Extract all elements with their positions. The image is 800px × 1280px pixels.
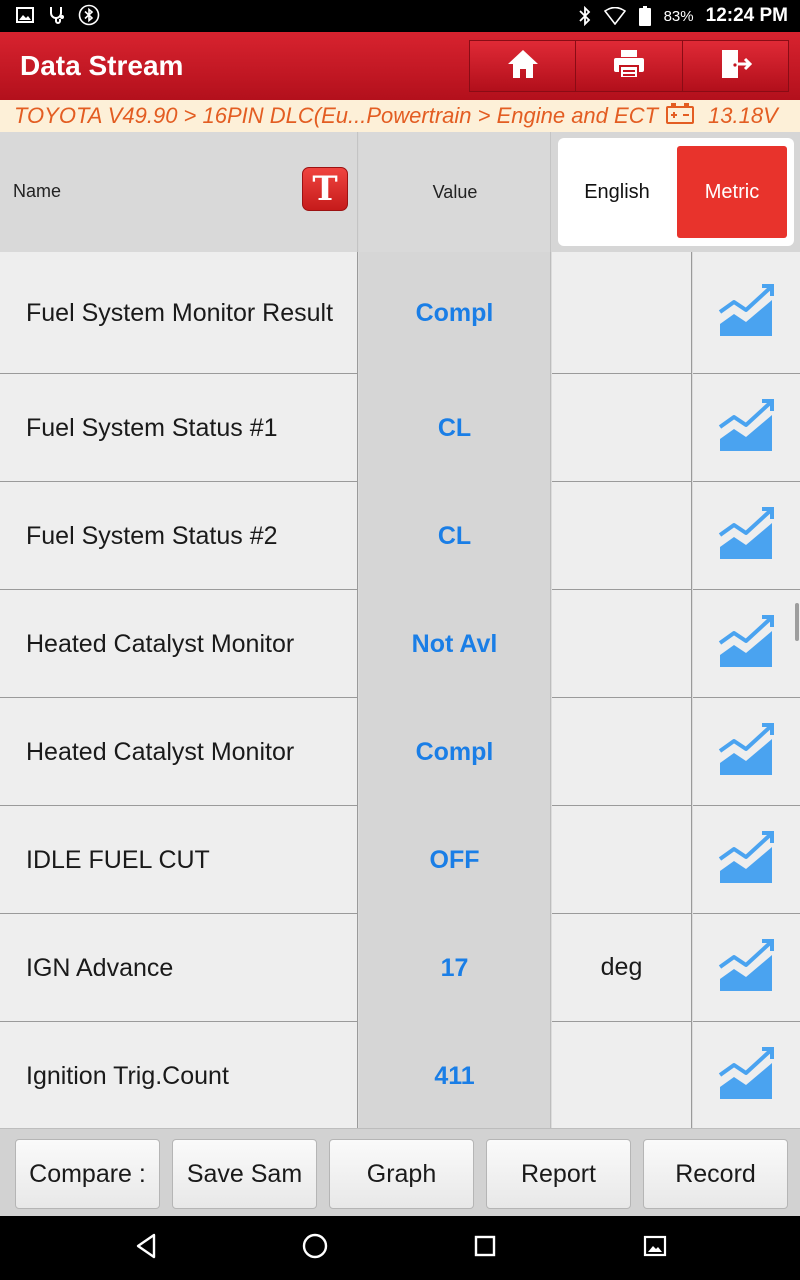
row-graph-button[interactable]: [693, 914, 800, 1022]
home-circle-icon: [301, 1232, 329, 1265]
value-header-label: Value: [432, 182, 478, 202]
row-name: IGN Advance: [0, 914, 358, 1022]
table-row: Heated Catalyst Monitor Compl: [0, 698, 800, 806]
breadcrumb: TOYOTA V49.90 > 16PIN DLC(Eu...Powertrai…: [0, 100, 800, 132]
row-unit: [552, 590, 692, 698]
table-row: IDLE FUEL CUT OFF: [0, 806, 800, 914]
stethoscope-icon: [46, 4, 68, 26]
breadcrumb-path: TOYOTA V49.90 > 16PIN DLC(Eu...Powertrai…: [14, 103, 659, 128]
row-value: OFF: [359, 806, 551, 914]
line-graph-icon: [718, 397, 776, 458]
exit-icon: [718, 48, 753, 85]
row-graph-button[interactable]: [693, 1022, 800, 1128]
battery-voltage: 13.18V: [708, 103, 778, 128]
row-value: Not Avl: [359, 590, 551, 698]
recents-button[interactable]: [469, 1232, 501, 1264]
row-value: Compl: [359, 698, 551, 806]
battery-icon: [634, 5, 656, 27]
row-unit: [552, 1022, 692, 1128]
row-name: Fuel System Status #1: [0, 374, 358, 482]
row-unit: [552, 482, 692, 590]
row-value: CL: [359, 482, 551, 590]
unit-option-metric[interactable]: Metric: [677, 146, 787, 238]
image-icon: [14, 4, 36, 26]
row-graph-button[interactable]: [693, 698, 800, 806]
recents-square-icon: [473, 1234, 497, 1263]
name-header-label: Name: [13, 181, 62, 201]
graph-button[interactable]: Graph: [329, 1139, 474, 1209]
system-navigation-bar: [0, 1216, 800, 1280]
screenshot-button[interactable]: [639, 1232, 671, 1264]
line-graph-icon: [718, 829, 776, 890]
bluetooth-icon: [574, 5, 596, 27]
row-value: CL: [359, 374, 551, 482]
row-graph-button[interactable]: [693, 806, 800, 914]
row-name: Heated Catalyst Monitor: [0, 698, 358, 806]
page-title: Data Stream: [20, 50, 184, 81]
compare-button[interactable]: Compare :: [15, 1139, 160, 1209]
line-graph-icon: [718, 282, 776, 343]
home-button[interactable]: [470, 41, 577, 91]
table-row: Ignition Trig.Count 411: [0, 1022, 800, 1128]
line-graph-icon: [718, 505, 776, 566]
line-graph-icon: [718, 613, 776, 674]
row-unit: [552, 698, 692, 806]
report-button[interactable]: Report: [486, 1139, 631, 1209]
row-value: 17: [359, 914, 551, 1022]
battery-voltage-icon: [666, 102, 695, 130]
home-nav-button[interactable]: [299, 1232, 331, 1264]
table-row: Fuel System Status #2 CL: [0, 482, 800, 590]
row-name: IDLE FUEL CUT: [0, 806, 358, 914]
table-row: Fuel System Status #1 CL: [0, 374, 800, 482]
unit-toggle: English Metric: [558, 138, 794, 246]
row-value: Compl: [359, 252, 551, 374]
row-name: Fuel System Monitor Result: [0, 252, 358, 374]
row-graph-button[interactable]: [693, 374, 800, 482]
table-row: Heated Catalyst Monitor Not Avl: [0, 590, 800, 698]
bluetooth-circle-icon: [78, 4, 100, 26]
app-bar: Data Stream: [0, 32, 800, 100]
appbar-button-group: [469, 40, 789, 92]
print-button[interactable]: [576, 41, 683, 91]
line-graph-icon: [718, 721, 776, 782]
row-unit: [552, 806, 692, 914]
gallery-icon: [643, 1234, 667, 1263]
table-header: Name T Value English Metric: [0, 132, 800, 252]
row-graph-button[interactable]: [693, 252, 800, 374]
exit-button[interactable]: [683, 41, 788, 91]
scrollbar-thumb[interactable]: [795, 603, 799, 641]
row-unit: deg: [552, 914, 692, 1022]
row-unit: [552, 252, 692, 374]
row-name: Ignition Trig.Count: [0, 1022, 358, 1128]
row-unit: [552, 374, 692, 482]
print-icon: [612, 48, 646, 85]
wifi-icon: [603, 5, 626, 27]
row-graph-button[interactable]: [693, 590, 800, 698]
row-name: Heated Catalyst Monitor: [0, 590, 358, 698]
table-row: IGN Advance 17 deg: [0, 914, 800, 1022]
row-value: 411: [359, 1022, 551, 1128]
save-sample-button[interactable]: Save Sam: [172, 1139, 317, 1209]
home-icon: [506, 48, 540, 85]
battery-percent: 83%: [663, 7, 694, 25]
unit-option-english[interactable]: English: [558, 146, 676, 238]
line-graph-icon: [718, 937, 776, 998]
name-column-header: Name T: [0, 132, 358, 252]
clock-time: 12:24 PM: [705, 5, 788, 26]
back-button[interactable]: [130, 1232, 162, 1264]
status-bar: 83% 12:24 PM: [0, 0, 800, 32]
data-stream-list[interactable]: Fuel System Monitor Result Compl Fuel Sy…: [0, 252, 800, 1128]
back-triangle-icon: [134, 1233, 158, 1264]
table-row: Fuel System Monitor Result Compl: [0, 252, 800, 374]
value-column-header: Value: [359, 132, 551, 252]
row-name: Fuel System Status #2: [0, 482, 358, 590]
translate-t-icon[interactable]: T: [302, 167, 348, 211]
line-graph-icon: [718, 1045, 776, 1106]
record-button[interactable]: Record: [643, 1139, 788, 1209]
bottom-toolbar: Compare : Save Sam Graph Report Record: [0, 1128, 800, 1216]
row-graph-button[interactable]: [693, 482, 800, 590]
